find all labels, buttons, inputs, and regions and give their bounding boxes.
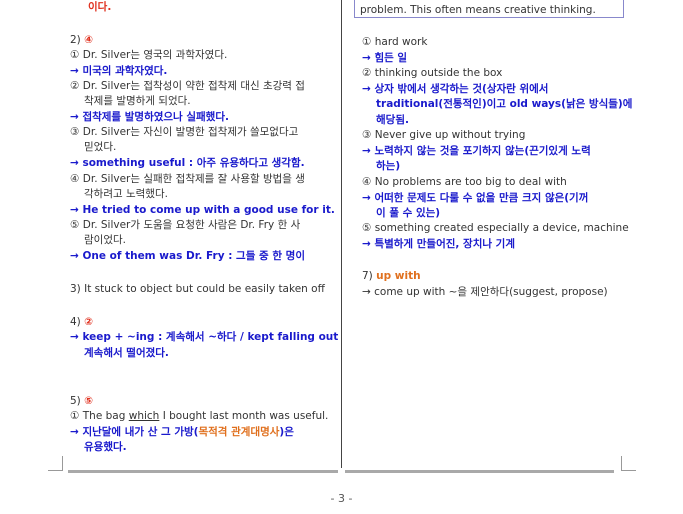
q2-item-3-translation: → something useful : 아주 유용하다고 생각함. (70, 157, 305, 169)
corner-mark-left (48, 456, 63, 471)
q4-header: 4) ② (70, 316, 94, 328)
q2-item-2: ② Dr. Silver는 접착성이 약한 접착제 대신 초강력 접 (70, 80, 305, 92)
q6-item-3: ③ Never give up without trying (362, 129, 526, 141)
q5-sentence: ① The bag which I bought last month was … (70, 410, 329, 422)
q2-item-4: ④ Dr. Silver는 실패한 접착제를 잘 사용할 방법을 생 (70, 173, 305, 185)
footer-rule-left (68, 470, 338, 473)
q7-header: 7) up with (362, 270, 421, 282)
page-number: - 3 - (330, 492, 353, 505)
q6-item-5-translation: → 특별하게 만들어진, 장치나 기계 (362, 238, 515, 250)
q6-item-2-translation-cont2: 해당됨. (376, 114, 409, 126)
q6-item-2-translation: → 상자 밖에서 생각하는 것(상자란 위에서 (362, 83, 549, 95)
q3-line: 3) It stuck to object but could be easil… (70, 283, 325, 295)
q6-item-4-translation-cont: 이 풀 수 있는) (376, 207, 441, 219)
column-divider (341, 0, 342, 468)
q6-item-2-translation-cont: traditional(전통적인)이고 old ways(낡은 방식들)에 (376, 98, 633, 110)
q2-item-4-translation: → He tried to come up with a good use fo… (70, 204, 335, 216)
q6-item-1-translation: → 힘든 일 (362, 52, 408, 64)
q6-item-2: ② thinking outside the box (362, 67, 503, 79)
q4-answer: ② (84, 316, 94, 328)
q2-item-5-translation: → One of them was Dr. Fry : 그들 중 한 명이 (70, 250, 305, 262)
q2-item-1-translation: → 미국의 과학자였다. (70, 65, 168, 77)
q4-explanation-cont: 계속해서 떨어졌다. (84, 347, 169, 359)
q5-answer: ⑤ (84, 395, 94, 407)
q5-translation-cont: 유용했다. (84, 441, 127, 453)
corner-mark-right (621, 456, 636, 471)
q7-explanation: → come up with ~을 제안하다(suggest, propose) (362, 286, 608, 298)
q6-item-1: ① hard work (362, 36, 428, 48)
footer-rule-right (345, 470, 614, 473)
q6-item-3-translation: → 노력하지 않는 것을 포기하지 않는(끈기있게 노력 (362, 145, 591, 157)
q2-answer: ④ (84, 34, 94, 46)
q2-item-2-cont: 착제를 발명하게 되었다. (84, 95, 191, 107)
q2-item-3-cont: 믿었다. (84, 141, 117, 153)
q2-number: 2) (70, 34, 81, 46)
q6-item-5: ⑤ something created especially a device,… (362, 222, 629, 234)
grammar-highlight: 목적격 관계대명사 (198, 426, 280, 438)
q6-item-4: ④ No problems are too big to deal with (362, 176, 567, 188)
q2-header: 2) ④ (70, 34, 93, 47)
q6-item-3-translation-cont: 하는) (376, 160, 401, 172)
passage-box: problem. This often means creative think… (354, 0, 624, 18)
q2-item-5: ⑤ Dr. Silver가 도움을 요청한 사람은 Dr. Fry 한 사 (70, 219, 301, 231)
q7-answer: up with (376, 270, 421, 282)
q2-item-5-cont: 람이었다. (84, 234, 126, 246)
q2-item-3: ③ Dr. Silver는 자신이 발명한 접착제가 쓸모없다고 (70, 126, 299, 138)
q2-item-1: ① Dr. Silver는 영국의 과학자였다. (70, 49, 228, 61)
q6-item-4-translation: → 어떠한 문제도 다룰 수 없을 만큼 크지 않은(기꺼 (362, 192, 589, 204)
top-fragment: 이다. (88, 1, 112, 13)
q4-explanation: → keep + ~ing : 계속해서 ~하다 / kept falling … (70, 331, 339, 343)
q2-item-4-cont: 각하려고 노력했다. (84, 188, 168, 200)
q2-item-2-translation: → 접착제를 발명하였으나 실패했다. (70, 111, 229, 123)
q5-header: 5) ⑤ (70, 395, 94, 407)
q5-translation: → 지난달에 내가 산 그 가방(목적격 관계대명사)은 (70, 426, 294, 438)
passage-box-text: problem. This often means creative think… (360, 4, 596, 16)
underlined-word: which (128, 410, 160, 422)
